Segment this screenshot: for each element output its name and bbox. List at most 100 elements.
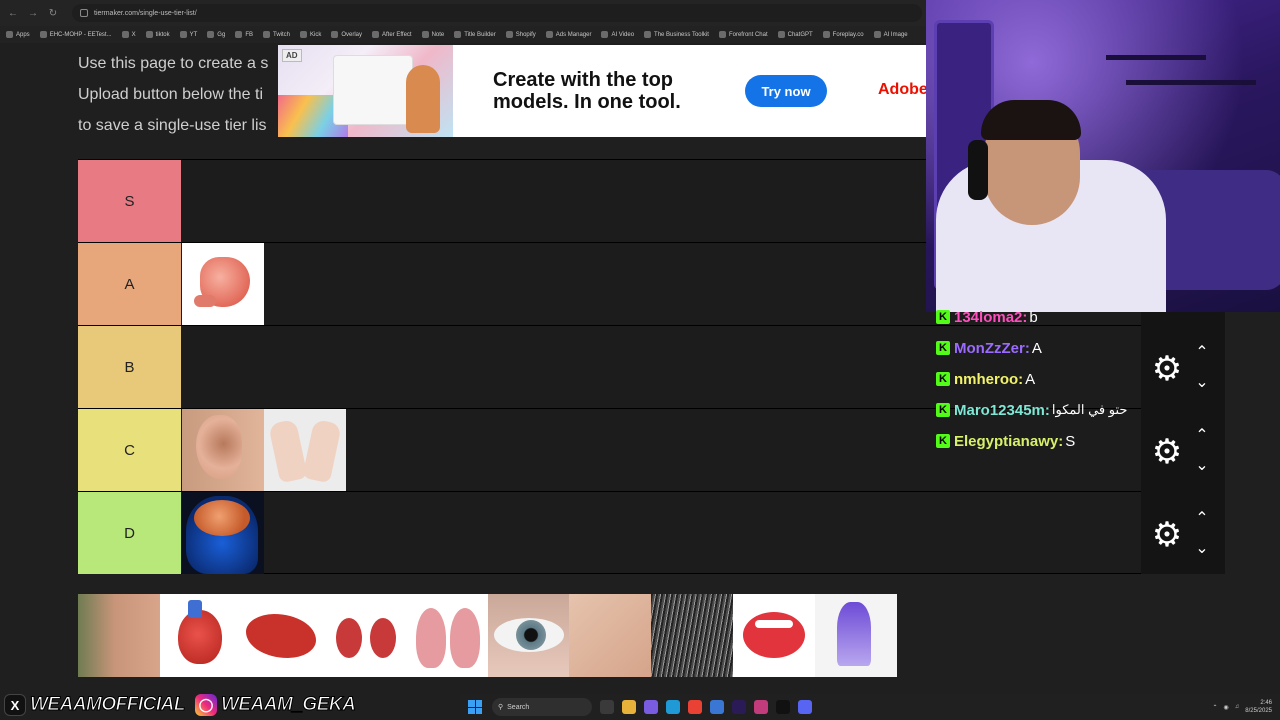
ad-headline-line: Create with the top	[493, 69, 674, 91]
bookmark[interactable]: Forefront Chat	[718, 31, 768, 38]
bookmark[interactable]: YT	[179, 31, 197, 38]
bookmark[interactable]: ChatGPT	[777, 31, 813, 38]
app-icon[interactable]	[754, 700, 768, 714]
hands-tile[interactable]	[264, 409, 346, 491]
chat-message: K Elegyptianawy: S	[936, 430, 1075, 452]
tier-label[interactable]: S	[78, 160, 181, 242]
bookmark[interactable]: AI Video	[601, 31, 634, 38]
eye-tile[interactable]	[487, 594, 570, 677]
ear-tile[interactable]	[182, 409, 264, 491]
kick-icon: K	[936, 403, 950, 417]
tier-items[interactable]	[182, 243, 264, 325]
bookmark[interactable]: The Business Toolkit	[644, 31, 709, 38]
tier-label[interactable]: A	[78, 243, 181, 325]
chrome-icon[interactable]	[688, 700, 702, 714]
liver-tile[interactable]	[241, 594, 324, 677]
bookmark[interactable]: Overlay	[331, 31, 362, 38]
feet-tile[interactable]	[569, 594, 652, 677]
mouth-tile[interactable]	[733, 594, 816, 677]
browser-toolbar: ← → ↻ tiermaker.com/single-use-tier-list…	[0, 0, 926, 26]
bookmark[interactable]: Foreplay.co	[822, 31, 864, 38]
eye-iris	[515, 620, 546, 650]
volume-icon[interactable]: ♫	[1235, 704, 1240, 710]
bookmark[interactable]: Ads Manager	[545, 31, 591, 38]
chevron-up-icon[interactable]: ⌃	[1213, 704, 1218, 711]
kick-icon: K	[936, 341, 950, 355]
tier-items[interactable]	[182, 492, 264, 574]
tiktok-icon[interactable]	[776, 700, 790, 714]
bookmark[interactable]: Note	[421, 31, 444, 38]
bookmark[interactable]: X	[121, 31, 136, 38]
bookmark-icon	[39, 31, 47, 38]
bookmark-icon	[545, 31, 553, 38]
kidneys-tile[interactable]	[323, 594, 406, 677]
lungs-tile[interactable]	[405, 594, 488, 677]
discord-icon[interactable]	[798, 700, 812, 714]
bookmark-icon	[235, 31, 243, 38]
gear-icon[interactable]: ⚙	[1147, 432, 1187, 472]
nose-tile[interactable]	[78, 594, 160, 677]
intro-text: Use this page to create a s Upload butto…	[78, 48, 288, 141]
back-icon[interactable]: ←	[6, 6, 20, 20]
chat-overlay: K 134loma2: b K MonZzZer: A K nmheroo: A…	[926, 309, 1141, 452]
chat-username: Maro12345m:	[954, 401, 1050, 419]
bookmark[interactable]: Twitch	[262, 31, 290, 38]
bookmark[interactable]: EHC-MOHP - EETest...	[39, 31, 112, 38]
stomach-tile[interactable]	[182, 243, 264, 325]
bookmark[interactable]: Gg	[207, 31, 225, 38]
gear-icon[interactable]: ⚙	[1147, 349, 1187, 389]
social-handles: X WEAAMOFFICIAL ◯ WEAAM_GEKA	[0, 690, 460, 720]
tier-items[interactable]	[182, 409, 346, 491]
forward-icon[interactable]: →	[26, 6, 40, 20]
address-bar[interactable]: tiermaker.com/single-use-tier-list/	[72, 4, 922, 22]
chevron-down-icon[interactable]: ⌄	[1191, 371, 1213, 393]
ad-banner[interactable]: AD Create with the top models. In one to…	[278, 45, 926, 137]
teeth-image	[755, 620, 794, 628]
gear-icon[interactable]: ⚙	[1147, 515, 1187, 555]
windows-start-icon[interactable]	[468, 700, 482, 714]
liver-image	[245, 614, 316, 658]
premiere-icon[interactable]	[732, 700, 746, 714]
bookmark[interactable]: After Effect	[372, 31, 412, 38]
tier-row-d[interactable]: D	[78, 491, 1141, 574]
copilot-icon[interactable]	[644, 700, 658, 714]
chevron-up-icon[interactable]: ⌃	[1191, 507, 1213, 529]
bookmark[interactable]: tiktok	[145, 31, 170, 38]
store-icon[interactable]	[710, 700, 724, 714]
bookmark-icon	[505, 31, 513, 38]
wifi-icon[interactable]: ◉	[1224, 704, 1229, 711]
chevron-down-icon[interactable]: ⌄	[1191, 454, 1213, 476]
brain-tile[interactable]	[182, 492, 264, 574]
search-icon: ⚲	[498, 704, 504, 711]
iron-tile[interactable]	[815, 594, 898, 677]
clock-time: 2:46	[1260, 700, 1272, 706]
mouth-image	[743, 612, 806, 658]
try-now-button[interactable]: Try now	[745, 75, 827, 107]
lung-image	[415, 608, 446, 668]
edge-icon[interactable]	[666, 700, 680, 714]
tier-label[interactable]: B	[78, 326, 181, 408]
heart-tile[interactable]	[159, 594, 242, 677]
chevron-up-icon[interactable]: ⌃	[1191, 424, 1213, 446]
bookmark[interactable]: Shopify	[505, 31, 536, 38]
kidney-image	[335, 618, 362, 658]
taskbar-search[interactable]: ⚲ Search	[492, 698, 592, 716]
chevron-up-icon[interactable]: ⌃	[1191, 341, 1213, 363]
tier-label[interactable]: D	[78, 492, 181, 574]
bookmark[interactable]: Kick	[300, 31, 321, 38]
tier-control: ⚙ ⌃ ⌄	[1141, 408, 1225, 491]
bookmark[interactable]: Apps	[6, 31, 30, 38]
tier-label[interactable]: C	[78, 409, 181, 491]
reload-icon[interactable]: ↻	[46, 6, 60, 20]
bookmark[interactable]: Title Builder	[454, 31, 496, 38]
bookmark[interactable]: AI Image	[873, 31, 908, 38]
taskbar-search-label: Search	[507, 703, 530, 711]
bookmark[interactable]: FB	[235, 31, 253, 38]
webcam-shelf	[1106, 55, 1206, 60]
site-info-icon[interactable]	[80, 9, 88, 17]
hair-tile[interactable]	[651, 594, 734, 677]
clock[interactable]: 2:46 8/25/2025	[1245, 699, 1272, 715]
file-explorer-icon[interactable]	[622, 700, 636, 714]
task-view-icon[interactable]	[600, 700, 614, 714]
chevron-down-icon[interactable]: ⌄	[1191, 537, 1213, 559]
